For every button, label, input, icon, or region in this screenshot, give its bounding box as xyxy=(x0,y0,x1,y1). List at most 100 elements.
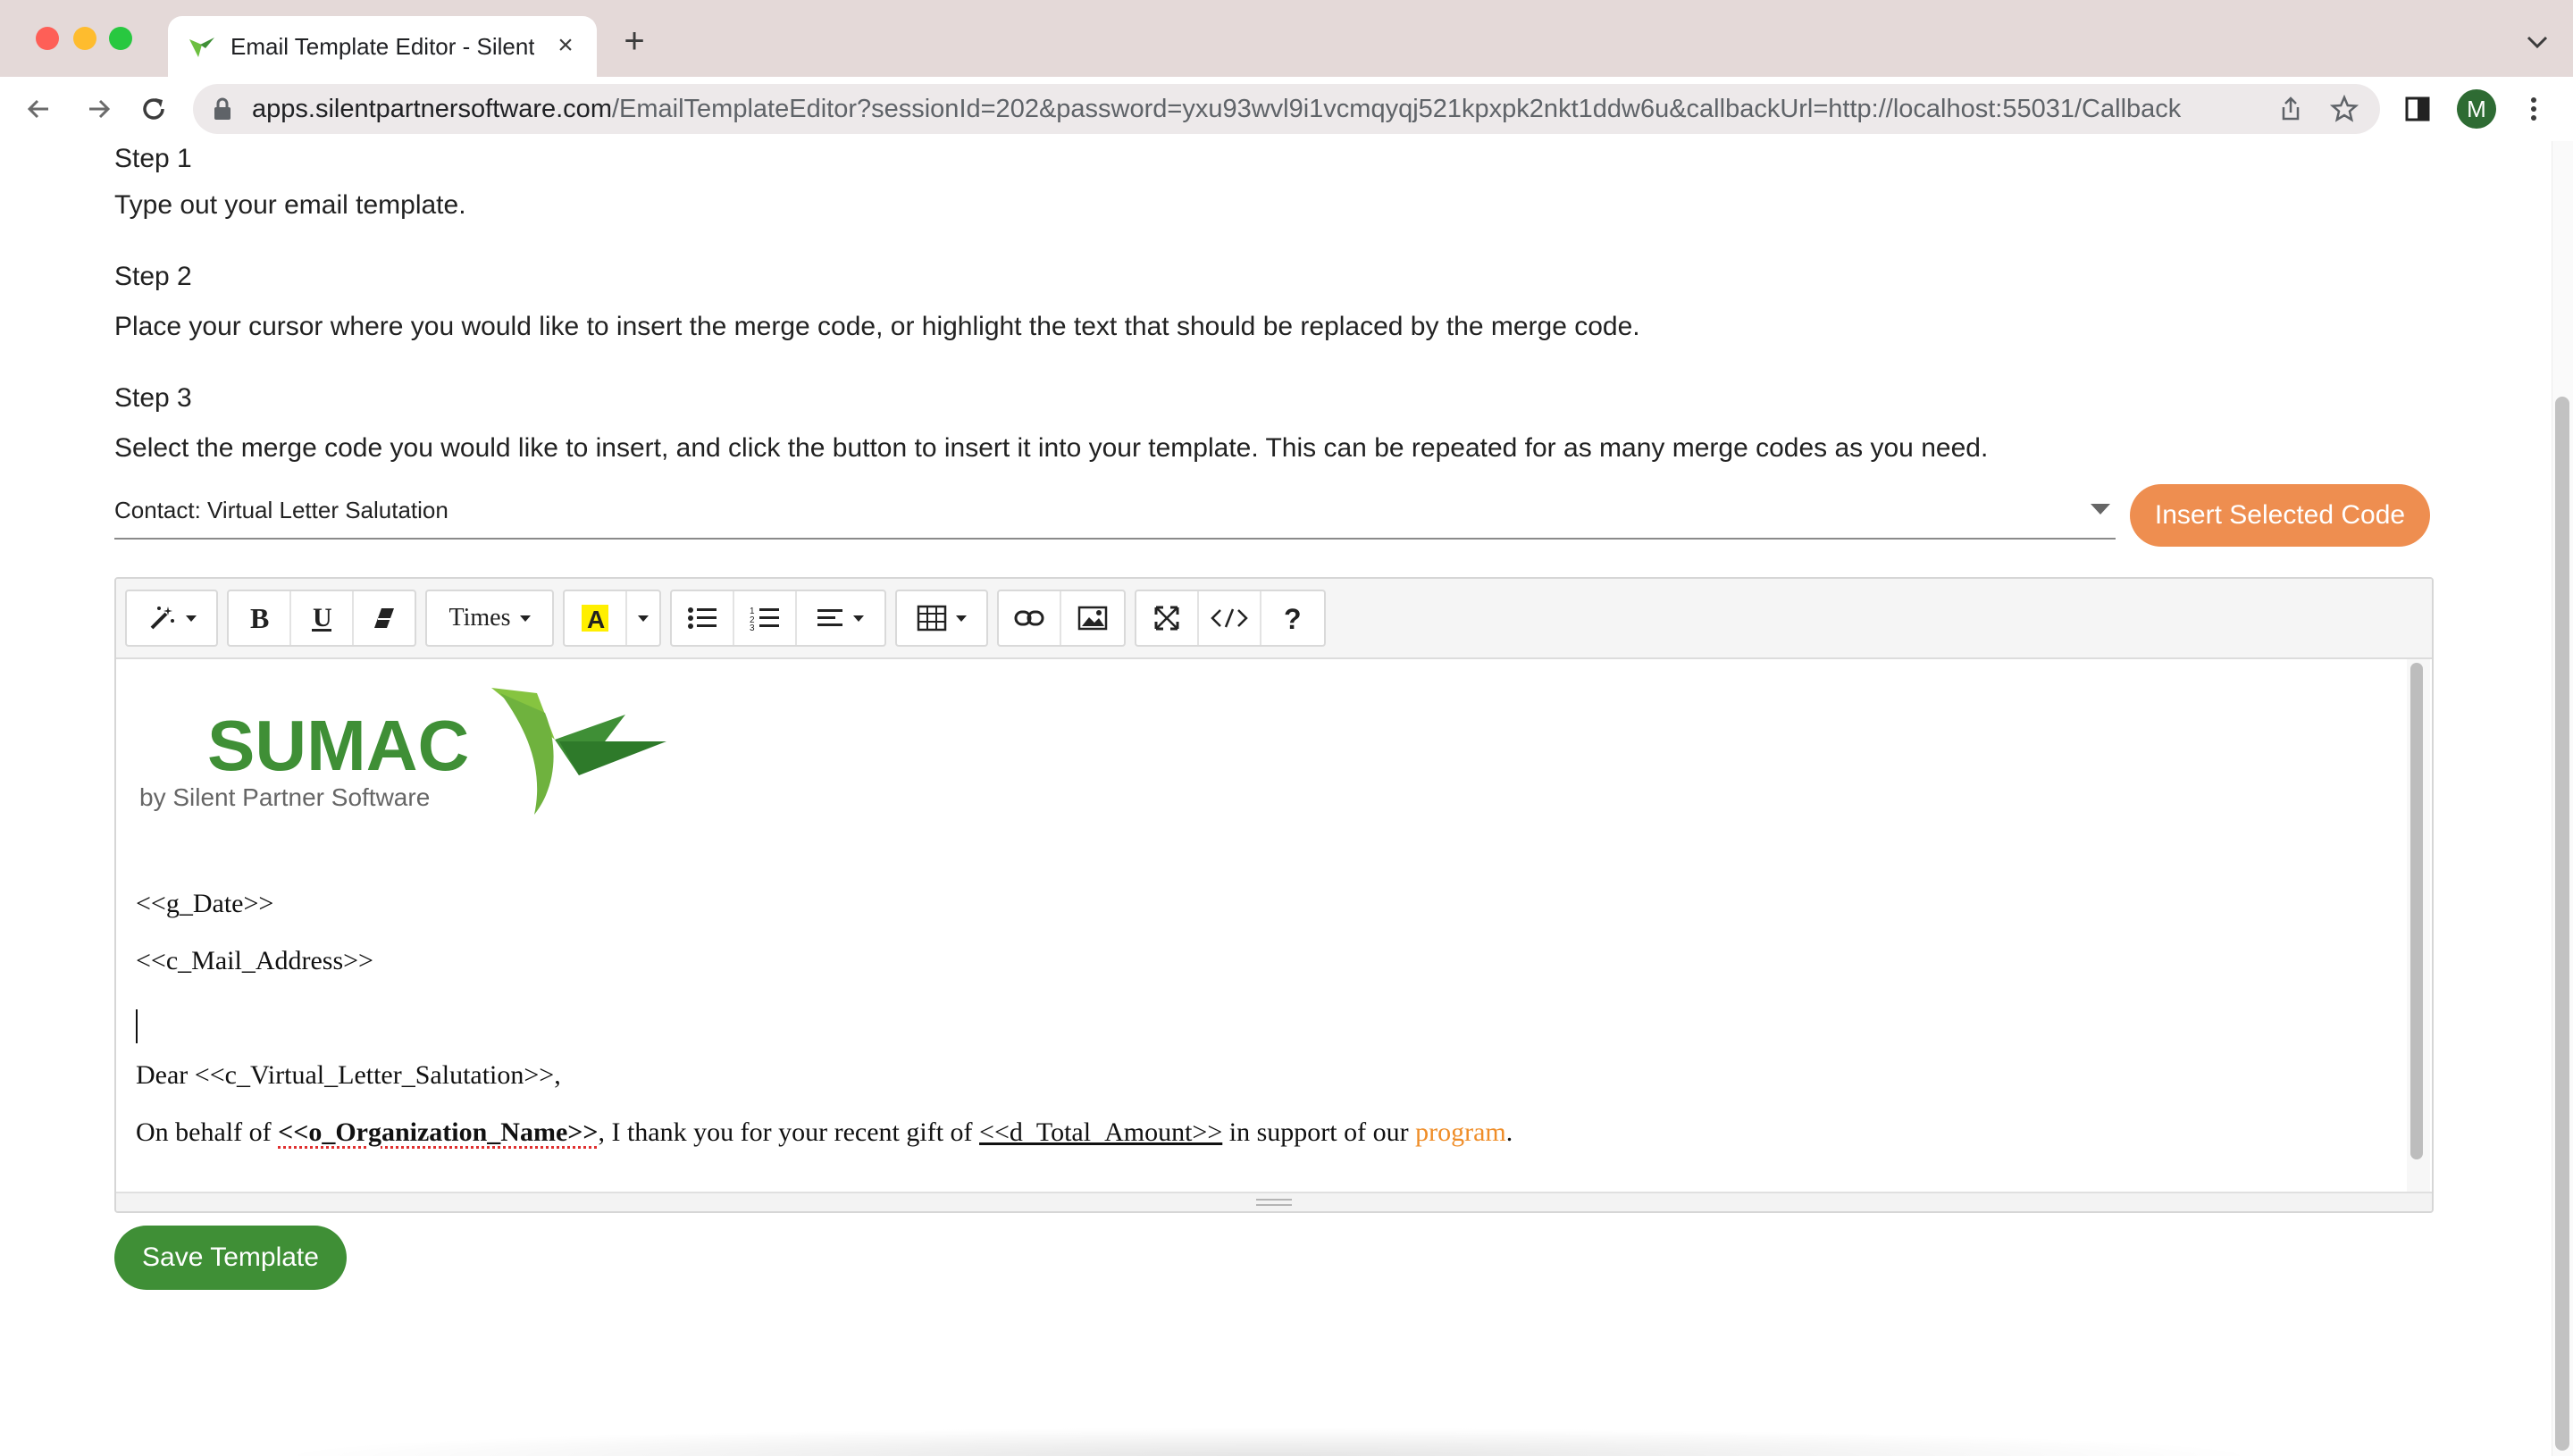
logo-title: SUMAC xyxy=(207,706,469,785)
unordered-list-icon xyxy=(688,607,717,629)
color-dropdown-button[interactable] xyxy=(627,591,659,645)
fullscreen-icon xyxy=(1154,606,1179,631)
save-template-button[interactable]: Save Template xyxy=(114,1226,347,1290)
lock-icon[interactable] xyxy=(211,96,234,121)
step-3-label: Step 3 xyxy=(114,383,192,413)
table-button[interactable] xyxy=(897,591,986,645)
merge-code-mail-address: <<c_Mail_Address>> xyxy=(136,946,373,975)
toolbar-group-format: B U xyxy=(227,590,416,647)
window-close-button[interactable] xyxy=(36,27,59,50)
svg-text:A: A xyxy=(587,606,605,633)
merge-code-date: <<g_Date>> xyxy=(136,889,274,918)
side-panel-icon[interactable] xyxy=(2400,91,2435,127)
page-scrollbar-thumb[interactable] xyxy=(2555,397,2569,1451)
chevron-down-icon xyxy=(186,615,197,622)
svg-text:U: U xyxy=(313,603,332,632)
rich-text-editor: B U Times A 1 2 3 ? SUMAC by Silent Part… xyxy=(114,577,2434,1213)
image-icon xyxy=(1077,606,1108,631)
eraser-icon xyxy=(374,608,394,628)
merge-code-select[interactable]: Contact: Virtual Letter Salutation xyxy=(114,484,2116,540)
chevron-down-icon xyxy=(519,615,531,622)
fullscreen-button[interactable] xyxy=(1136,591,1199,645)
underline-button[interactable]: U xyxy=(291,591,354,645)
logo-leaf-shape xyxy=(500,693,554,815)
ordered-list-icon: 123 xyxy=(750,607,779,632)
profile-avatar[interactable]: M xyxy=(2457,89,2496,129)
toolbar-group-paragraph: 123 xyxy=(670,590,886,647)
browser-tab-bar: Email Template Editor - Silent Partner ×… xyxy=(0,0,2573,77)
chevron-down-icon xyxy=(853,615,864,622)
svg-text:B: B xyxy=(250,603,269,633)
highlight-color-button[interactable]: A xyxy=(565,591,627,645)
bookmark-star-icon[interactable] xyxy=(2330,95,2359,123)
address-bar[interactable]: apps.silentpartnersoftware.com/EmailTemp… xyxy=(193,84,2380,134)
bullet-list-button[interactable] xyxy=(672,591,734,645)
style-button[interactable] xyxy=(127,591,216,645)
link-icon xyxy=(1014,610,1044,626)
step-3-text: Select the merge code you would like to … xyxy=(114,433,1989,463)
tab-search-chevron-icon[interactable] xyxy=(2519,27,2555,59)
program-word: program xyxy=(1415,1117,1506,1147)
editor-scrollbar-thumb[interactable] xyxy=(2410,663,2423,1159)
body-text-part: On behalf of xyxy=(136,1117,279,1147)
new-tab-plus-icon[interactable]: + xyxy=(616,23,652,59)
browser-toolbar: apps.silentpartnersoftware.com/EmailTemp… xyxy=(0,77,2573,142)
url-text: apps.silentpartnersoftware.com/EmailTemp… xyxy=(252,93,2217,125)
back-arrow-icon[interactable] xyxy=(21,91,57,127)
merge-code-total-amount: <<d_Total_Amount>> xyxy=(979,1117,1223,1147)
clear-format-button[interactable] xyxy=(354,591,415,645)
reload-icon[interactable] xyxy=(136,91,172,127)
body-text-part: , I thank you for your recent gift of xyxy=(598,1117,980,1147)
share-icon[interactable] xyxy=(2276,95,2305,123)
step-2-text: Place your cursor where you would like t… xyxy=(114,312,1640,341)
paragraph-align-button[interactable] xyxy=(797,591,884,645)
chevron-down-icon xyxy=(638,615,649,622)
tab-close-icon[interactable]: × xyxy=(552,32,579,59)
merge-code-selected-value: Contact: Virtual Letter Salutation xyxy=(114,497,448,523)
svg-text:3: 3 xyxy=(750,623,755,632)
bold-button[interactable]: B xyxy=(229,591,291,645)
window-minimize-button[interactable] xyxy=(73,27,96,50)
code-view-button[interactable] xyxy=(1199,591,1261,645)
align-left-icon xyxy=(817,609,842,626)
merge-code-organization-name: <<o_Organization_Name>> xyxy=(278,1117,599,1147)
table-icon xyxy=(917,605,947,632)
toolbar-group-font: Times xyxy=(425,590,554,647)
editor-toolbar: B U Times A 1 2 3 ? xyxy=(116,579,2432,659)
code-icon xyxy=(1211,608,1248,628)
highlight-color-icon: A xyxy=(582,605,608,633)
step-2-label: Step 2 xyxy=(114,262,192,291)
bottom-shadow xyxy=(268,1427,2269,1456)
svg-text:?: ? xyxy=(1284,603,1302,633)
insert-image-button[interactable] xyxy=(1061,591,1124,645)
step-1-label: Step 1 xyxy=(114,144,192,173)
editor-content-area[interactable]: SUMAC by Silent Partner Software <<g_Dat… xyxy=(116,659,2403,1192)
numbered-list-button[interactable]: 123 xyxy=(734,591,797,645)
sumac-logo: SUMAC by Silent Partner Software xyxy=(139,688,666,815)
logo-subtitle: by Silent Partner Software xyxy=(139,783,430,811)
editor-resize-handle[interactable] xyxy=(116,1192,2432,1211)
bold-icon: B xyxy=(250,603,269,633)
browser-tab-active[interactable]: Email Template Editor - Silent Partner × xyxy=(168,16,597,77)
insert-link-button[interactable] xyxy=(999,591,1061,645)
toolbar-group-insert xyxy=(997,590,1126,647)
window-zoom-button[interactable] xyxy=(109,27,132,50)
body-text-part: in support of our xyxy=(1222,1117,1416,1147)
insert-selected-code-button[interactable]: Insert Selected Code xyxy=(2130,484,2430,547)
toolbar-group-view: ? xyxy=(1135,590,1326,647)
font-name-label: Times xyxy=(448,604,511,632)
body-text-part: . xyxy=(1505,1117,1513,1147)
select-caret-icon[interactable] xyxy=(2091,504,2110,515)
url-path: /EmailTemplateEditor?sessionId=202&passw… xyxy=(611,95,2182,123)
page-content: Step 1 Type out your email template. Ste… xyxy=(0,141,2552,1456)
font-name-dropdown[interactable]: Times xyxy=(427,591,552,645)
resize-grip-icon xyxy=(1256,1199,1292,1206)
body-paragraph: On behalf of <<o_Organization_Name>>, I … xyxy=(136,1115,1513,1151)
help-button[interactable]: ? xyxy=(1261,591,1324,645)
forward-arrow-icon[interactable] xyxy=(80,91,116,127)
toolbar-group-style xyxy=(125,590,218,647)
browser-menu-icon[interactable] xyxy=(2525,91,2543,127)
help-icon: ? xyxy=(1284,603,1302,633)
text-cursor xyxy=(136,1009,138,1043)
step-1-text: Type out your email template. xyxy=(114,190,466,220)
